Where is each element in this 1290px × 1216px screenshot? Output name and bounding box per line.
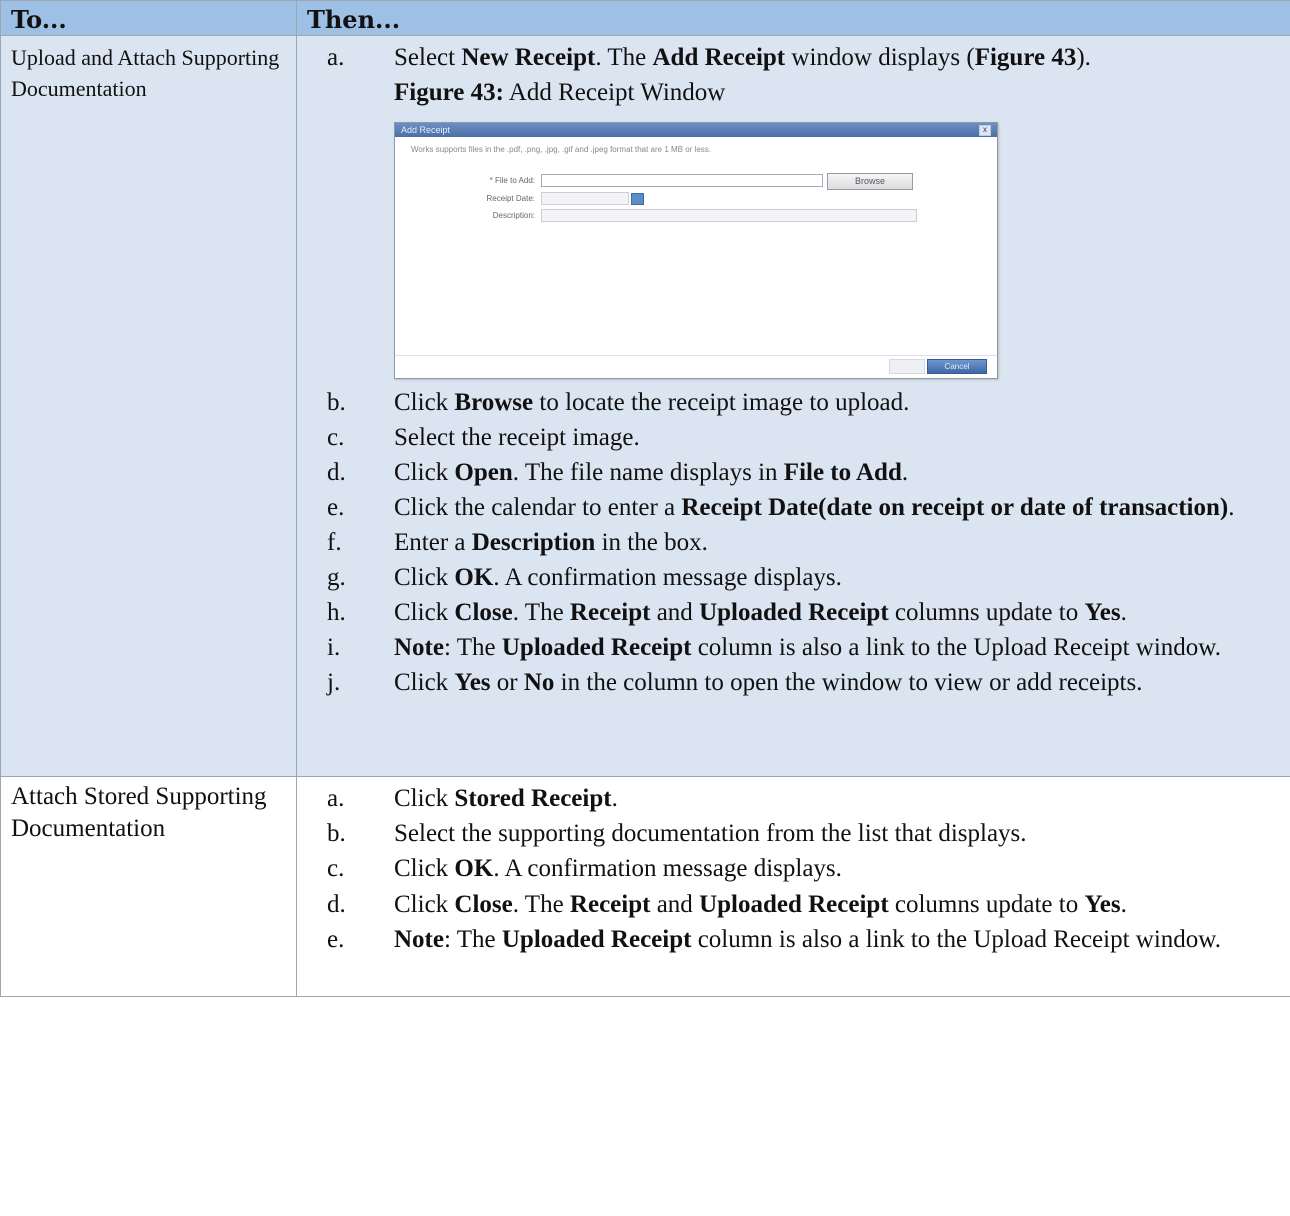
step-e: e. Note: The Uploaded Receipt column is … <box>327 922 1270 957</box>
ok-button <box>889 359 925 374</box>
figure-43: Add Receipt x Works supports files in th… <box>327 122 1270 379</box>
step-text: Click OK. A confirmation message display… <box>394 855 842 883</box>
dialog-title: Add Receipt <box>395 123 997 137</box>
step-text: Select New Receipt. The Add Receipt wind… <box>394 44 1091 71</box>
step-text: Enter a Description in the box. <box>394 529 708 556</box>
browse-button: Browse <box>827 173 913 190</box>
step-marker: e. <box>327 494 345 521</box>
cancel-button: Cancel <box>927 359 987 374</box>
close-icon: x <box>979 125 991 136</box>
calendar-icon <box>631 193 644 205</box>
dialog-note: Works supports files in the .pdf, .png, … <box>411 145 711 154</box>
step-b: b. Click Browse to locate the receipt im… <box>327 385 1270 420</box>
then-cell-stored: a. Click Stored Receipt. b. Select the s… <box>296 776 1290 997</box>
step-a: a. Click Stored Receipt. <box>327 781 1270 816</box>
file-to-add-label: * File to Add: <box>489 176 535 185</box>
step-d: d. Click Open. The file name displays in… <box>327 455 1270 490</box>
step-text: Select the supporting documentation from… <box>394 820 1027 848</box>
step-f: f. Enter a Description in the box. <box>327 525 1270 560</box>
step-text: Note: The Uploaded Receipt column is als… <box>394 634 1221 661</box>
step-c: c. Click OK. A confirmation message disp… <box>327 851 1270 886</box>
step-text: Note: The Uploaded Receipt column is als… <box>394 925 1221 953</box>
to-cell-stored: Attach Stored Supporting Documentation <box>0 776 297 997</box>
procedure-table: To... Then... Upload and Attach Supporti… <box>0 0 1290 997</box>
to-cell-upload: Upload and Attach Supporting Documentati… <box>0 35 297 777</box>
step-text: Click Close. The Receipt and Uploaded Re… <box>394 890 1127 918</box>
step-i: i. Note: The Uploaded Receipt column is … <box>327 630 1270 665</box>
step-marker: g. <box>327 564 346 591</box>
step-marker: j. <box>327 669 341 696</box>
step-text: Click Close. The Receipt and Uploaded Re… <box>394 599 1127 626</box>
step-g: g. Click OK. A confirmation message disp… <box>327 560 1270 595</box>
step-marker: a. <box>327 44 345 71</box>
description-label: Description: <box>492 211 535 220</box>
step-marker: b. <box>327 820 346 848</box>
step-text: Click OK. A confirmation message display… <box>394 564 842 591</box>
step-marker: d. <box>327 459 346 486</box>
description-field <box>541 209 917 222</box>
header-row: To... Then... <box>0 0 1290 36</box>
file-to-add-field <box>541 174 823 187</box>
step-marker: e. <box>327 925 345 953</box>
table-row: Upload and Attach Supporting Documentati… <box>0 35 1290 777</box>
step-b: b. Select the supporting documentation f… <box>327 816 1270 851</box>
step-text: Select the receipt image. <box>394 424 640 451</box>
step-marker: d. <box>327 890 346 918</box>
step-text: Click Open. The file name displays in Fi… <box>394 459 909 486</box>
step-marker: b. <box>327 389 346 416</box>
step-text: Click Browse to locate the receipt image… <box>394 389 910 416</box>
then-cell-upload: a. Select New Receipt. The Add Receipt w… <box>296 35 1290 777</box>
step-d: d. Click Close. The Receipt and Uploaded… <box>327 887 1270 922</box>
step-e: e. Click the calendar to enter a Receipt… <box>327 490 1270 525</box>
step-text: Click Yes or No in the column to open th… <box>394 669 1143 696</box>
step-a: a. Select New Receipt. The Add Receipt w… <box>327 40 1270 75</box>
dialog-footer-divider <box>395 355 997 356</box>
step-marker: i. <box>327 634 341 661</box>
header-to: To... <box>0 0 297 36</box>
step-marker: f. <box>327 529 342 556</box>
step-c: c. Select the receipt image. <box>327 420 1270 455</box>
step-marker: a. <box>327 785 345 812</box>
table-row: Attach Stored Supporting Documentation a… <box>0 776 1290 997</box>
step-marker: c. <box>327 855 345 883</box>
step-text: Click the calendar to enter a Receipt Da… <box>394 494 1235 521</box>
step-text: Click Stored Receipt. <box>394 785 618 812</box>
step-j: j. Click Yes or No in the column to open… <box>327 665 1270 700</box>
add-receipt-dialog: Add Receipt x Works supports files in th… <box>394 122 998 379</box>
receipt-date-label: Receipt Date: <box>486 194 535 203</box>
figure-caption: Figure 43: Add Receipt Window <box>394 79 726 106</box>
header-then: Then... <box>296 0 1290 36</box>
receipt-date-field <box>541 192 629 205</box>
step-marker: h. <box>327 599 346 626</box>
step-h: h. Click Close. The Receipt and Uploaded… <box>327 595 1270 630</box>
step-marker: c. <box>327 424 345 451</box>
